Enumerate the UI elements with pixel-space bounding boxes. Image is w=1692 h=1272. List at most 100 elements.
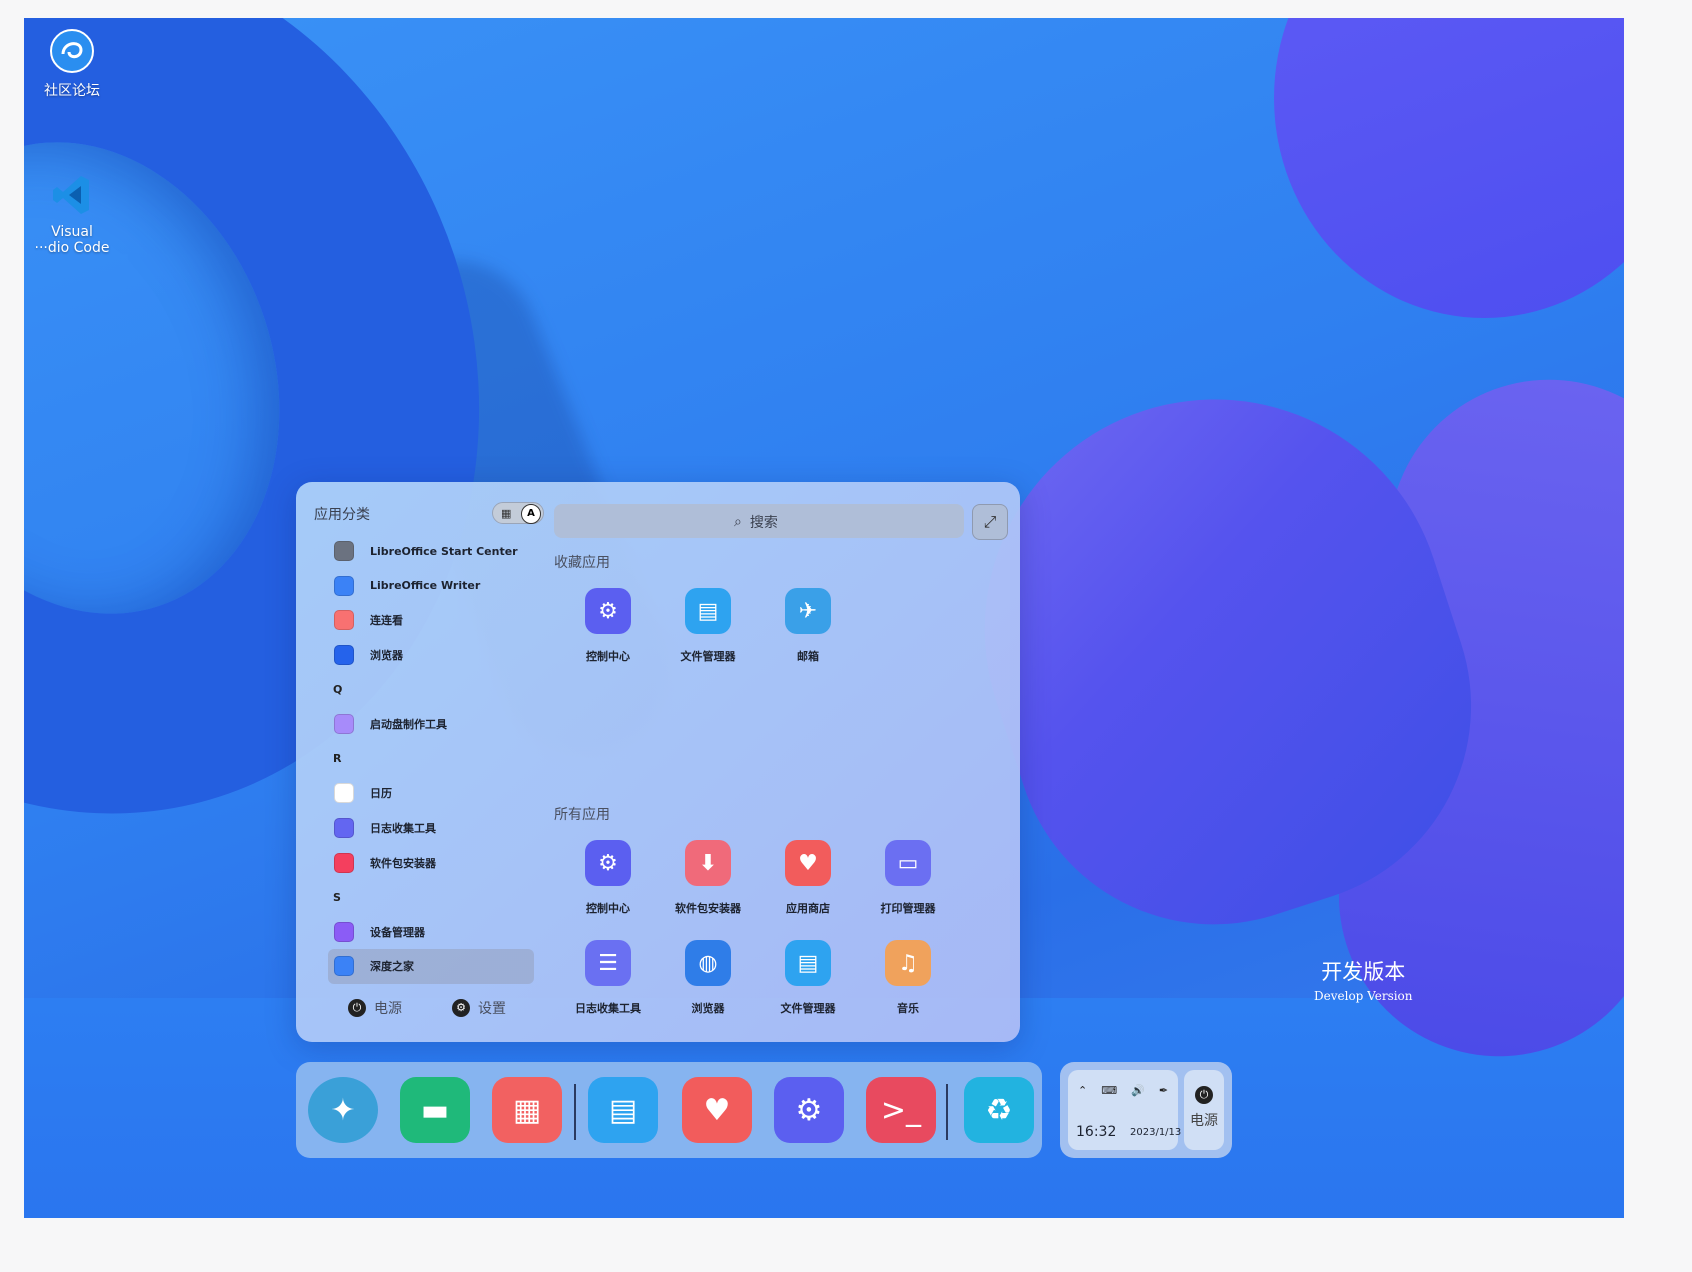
alphabet-view-icon[interactable]: A xyxy=(521,504,541,524)
list-item[interactable]: 日志收集工具 xyxy=(328,811,534,846)
folder-icon: ▤ xyxy=(685,588,731,634)
app-tile[interactable]: ⚙ 控制中心 xyxy=(558,840,658,916)
launcher-icon[interactable]: ✦ xyxy=(308,1077,378,1143)
list-item-label: 启动盘制作工具 xyxy=(370,718,447,732)
app-store-icon[interactable]: ♥ xyxy=(682,1077,752,1143)
app-tile-label: 控制中心 xyxy=(586,902,630,915)
app-tile[interactable]: ▭ 打印管理器 xyxy=(858,840,958,916)
search-placeholder: 搜索 xyxy=(749,515,778,531)
dock-separator xyxy=(574,1084,576,1140)
file-manager-icon[interactable]: ▤ xyxy=(588,1077,658,1143)
grid-view-icon[interactable]: ▦ xyxy=(501,507,511,520)
launcher-bottom-actions: ⏻ 电源 ⚙ 设置 xyxy=(348,998,506,1018)
clock-date: 2023/1/13 xyxy=(1130,1127,1182,1138)
control-center-icon[interactable]: ⚙ xyxy=(774,1077,844,1143)
gear-icon: ⚙ xyxy=(585,840,631,886)
app-tile[interactable]: ⬇ 软件包安装器 xyxy=(658,840,758,916)
favorites-title: 收藏应用 xyxy=(554,555,610,571)
mail-icon: ✈ xyxy=(785,588,831,634)
app-list: LibreOffice Start Center LibreOffice Writ… xyxy=(328,534,534,984)
app-tile-label: 应用商店 xyxy=(786,902,830,915)
app-tile-label: 打印管理器 xyxy=(880,902,936,915)
list-item[interactable]: 深度之家 xyxy=(328,949,534,984)
log-icon: ☰ xyxy=(585,940,631,986)
browser-icon: ◍ xyxy=(685,940,731,986)
app-tile-label: 音乐 xyxy=(897,1002,919,1015)
app-tile[interactable]: ▤ 文件管理器 xyxy=(658,588,758,664)
search-input[interactable]: ⌕ 搜索 xyxy=(554,504,964,538)
list-item-label: LibreOffice Writer xyxy=(370,579,481,593)
power-label: 电源 xyxy=(374,1001,402,1017)
list-item[interactable]: 连连看 xyxy=(328,603,534,638)
app-tile-label: 日志收集工具 xyxy=(575,1002,641,1015)
app-tile[interactable]: ▤ 文件管理器 xyxy=(758,940,858,1016)
app-icon xyxy=(334,818,354,839)
app-icon xyxy=(334,541,354,562)
power-icon: ⏻ xyxy=(1195,1086,1213,1104)
app-tile[interactable]: ⚙ 控制中心 xyxy=(558,588,658,664)
trash-icon[interactable]: ♻ xyxy=(964,1077,1034,1143)
store-icon: ♥ xyxy=(785,840,831,886)
tray-icons: ⌃ ⌨ 🔊 ✒ xyxy=(1078,1084,1168,1097)
volume-icon[interactable]: 🔊 xyxy=(1131,1084,1145,1097)
view-mode-toggle[interactable]: ▦ A xyxy=(492,502,544,524)
terminal-icon[interactable]: >_ xyxy=(866,1077,936,1143)
app-tile-label: 控制中心 xyxy=(586,650,630,663)
package-icon: ⬇ xyxy=(685,840,731,886)
app-icon xyxy=(334,783,354,804)
app-icon xyxy=(334,956,354,977)
app-icon xyxy=(334,575,354,596)
tray-status-block[interactable]: ⌃ ⌨ 🔊 ✒ 16:32 2023/1/13 xyxy=(1068,1070,1182,1150)
watermark-title: 开发版本 xyxy=(1321,960,1406,984)
desktop-icon-vscode[interactable]: Visual ···dio Code xyxy=(24,140,120,272)
wallpaper-shape xyxy=(1274,18,1624,318)
tray-power-label: 电源 xyxy=(1190,1113,1218,1129)
app-tile[interactable]: ◍ 浏览器 xyxy=(658,940,758,1016)
app-tile-label: 浏览器 xyxy=(691,1002,725,1015)
desktop-icon-label: 社区论坛 xyxy=(44,83,100,99)
music-icon: ♫ xyxy=(885,940,931,986)
list-item-label: 日志收集工具 xyxy=(370,822,436,836)
search-icon: ⌕ xyxy=(734,514,742,530)
system-tray: ⌃ ⌨ 🔊 ✒ 16:32 2023/1/13 ⏻ 电源 xyxy=(1060,1062,1232,1158)
category-title: 应用分类 xyxy=(314,507,370,523)
power-icon: ⏻ xyxy=(348,999,366,1017)
settings-button[interactable]: ⚙ 设置 xyxy=(452,998,506,1018)
watermark-subtitle: Develop Version xyxy=(1314,989,1413,1003)
desktop-icon-forum[interactable]: 社区论坛 xyxy=(24,28,120,100)
all-apps-title: 所有应用 xyxy=(554,807,610,823)
list-item[interactable]: 软件包安装器 xyxy=(328,845,534,880)
app-icon xyxy=(334,921,354,942)
develop-version-watermark: 开发版本 Develop Version xyxy=(1314,956,1413,1003)
app-icon xyxy=(334,714,354,735)
list-item-label: 软件包安装器 xyxy=(370,856,436,870)
tray-power-button[interactable]: ⏻ 电源 xyxy=(1184,1070,1224,1150)
list-item-label: 连连看 xyxy=(370,614,403,628)
app-tile[interactable]: ☰ 日志收集工具 xyxy=(558,940,658,1016)
app-tile-label: 软件包安装器 xyxy=(675,902,741,915)
settings-label: 设置 xyxy=(478,1001,506,1017)
multitask-icon[interactable]: ▬ xyxy=(400,1077,470,1143)
list-item[interactable]: 设备管理器 xyxy=(328,915,534,950)
list-item-label: LibreOffice Start Center xyxy=(370,544,518,558)
keyboard-icon[interactable]: ⌨ xyxy=(1101,1084,1117,1097)
pen-icon[interactable]: ✒ xyxy=(1159,1084,1168,1097)
app-tile[interactable]: ♥ 应用商店 xyxy=(758,840,858,916)
printer-icon: ▭ xyxy=(885,840,931,886)
power-button[interactable]: ⏻ 电源 xyxy=(348,998,402,1018)
fullscreen-toggle-button[interactable]: ⤢ xyxy=(972,504,1008,540)
app-grid-icon[interactable]: ▦ xyxy=(492,1077,562,1143)
app-icon xyxy=(334,610,354,631)
app-icon xyxy=(334,645,354,666)
list-section-letter: R xyxy=(333,752,342,766)
expand-icon: ⤢ xyxy=(983,512,997,531)
list-item[interactable]: LibreOffice Writer xyxy=(328,569,534,604)
list-item[interactable]: 浏览器 xyxy=(328,638,534,673)
list-item[interactable]: LibreOffice Start Center xyxy=(328,534,534,569)
app-tile[interactable]: ♫ 音乐 xyxy=(858,940,958,1016)
list-item[interactable]: 日历 xyxy=(328,776,534,811)
app-tile[interactable]: ✈ 邮箱 xyxy=(758,588,858,664)
list-item-label: 设备管理器 xyxy=(370,925,425,939)
chevron-up-icon[interactable]: ⌃ xyxy=(1078,1084,1087,1097)
list-item[interactable]: 启动盘制作工具 xyxy=(328,707,534,742)
